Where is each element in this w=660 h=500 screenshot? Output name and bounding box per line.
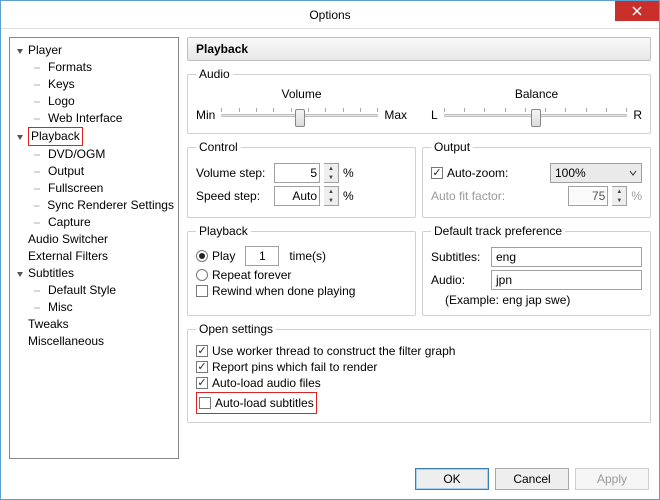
open-settings-group: Open settings Use worker thread to const… xyxy=(187,322,651,423)
audio-label: Audio: xyxy=(431,273,487,287)
output-group: Output Auto-zoom: 100% Auto fit factor: xyxy=(422,140,651,218)
tree-miscellaneous[interactable]: Miscellaneous xyxy=(14,333,178,350)
worker-thread-checkbox[interactable]: Use worker thread to construct the filte… xyxy=(196,344,642,358)
tree-keys[interactable]: ⎯Keys xyxy=(14,76,178,93)
titlebar: Options xyxy=(1,1,659,29)
audio-input[interactable]: jpn xyxy=(491,270,642,290)
tree-dvd-ogm[interactable]: ⎯DVD/OGM xyxy=(14,146,178,163)
audio-group: Audio Volume Min Max xyxy=(187,67,651,134)
play-radio[interactable]: Play time(s) xyxy=(196,246,407,266)
tree-sync-renderer[interactable]: ⎯Sync Renderer Settings xyxy=(14,197,178,214)
collapse-icon[interactable] xyxy=(14,133,26,141)
tree-subtitles[interactable]: Subtitles xyxy=(14,265,178,282)
window-title: Options xyxy=(309,8,350,22)
volume-step-label: Volume step: xyxy=(196,166,270,180)
autoload-subtitles-checkbox[interactable]: Auto-load subtitles xyxy=(199,396,314,410)
tree-logo[interactable]: ⎯Logo xyxy=(14,93,178,110)
rewind-checkbox[interactable]: Rewind when done playing xyxy=(196,284,407,298)
tree-web-interface[interactable]: ⎯Web Interface xyxy=(14,110,178,127)
settings-panel: Playback Audio Volume Min xyxy=(187,37,651,459)
ok-button[interactable]: OK xyxy=(415,468,489,490)
subtitles-label: Subtitles: xyxy=(431,250,487,264)
close-button[interactable] xyxy=(615,1,659,21)
tree-external-filters[interactable]: External Filters xyxy=(14,248,178,265)
track-pref-group: Default track preference Subtitles: eng … xyxy=(422,224,651,316)
tree-default-style[interactable]: ⎯Default Style xyxy=(14,282,178,299)
play-count-input[interactable] xyxy=(245,246,279,266)
chevron-down-icon xyxy=(629,169,637,177)
auto-zoom-select[interactable]: 100% xyxy=(550,163,642,183)
auto-fit-input xyxy=(568,186,608,206)
control-group: Control Volume step: ▲▼ % Speed step: ▲▼… xyxy=(187,140,416,218)
collapse-icon[interactable] xyxy=(14,47,26,55)
tree-playback[interactable]: Playback xyxy=(14,127,178,146)
auto-zoom-checkbox[interactable]: Auto-zoom: xyxy=(431,166,508,180)
panel-title: Playback xyxy=(187,37,651,61)
speed-step-spinner[interactable]: ▲▼ xyxy=(324,186,339,206)
apply-button: Apply xyxy=(575,468,649,490)
cancel-button[interactable]: Cancel xyxy=(495,468,569,490)
close-icon xyxy=(632,6,642,16)
report-pins-checkbox[interactable]: Report pins which fail to render xyxy=(196,360,642,374)
dialog-footer: OK Cancel Apply xyxy=(1,459,659,499)
tree-capture[interactable]: ⎯Capture xyxy=(14,214,178,231)
track-example: (Example: eng jap swe) xyxy=(431,293,642,307)
tree-formats[interactable]: ⎯Formats xyxy=(14,59,178,76)
balance-label: Balance xyxy=(515,87,558,101)
tree-misc[interactable]: ⎯Misc xyxy=(14,299,178,316)
volume-label: Volume xyxy=(281,87,321,101)
playback-group: Playback Play time(s) Repeat forever Rew… xyxy=(187,224,416,316)
collapse-icon[interactable] xyxy=(14,270,26,278)
tree-player[interactable]: Player xyxy=(14,42,178,59)
category-tree[interactable]: Player ⎯Formats ⎯Keys ⎯Logo ⎯Web Interfa… xyxy=(9,37,179,459)
speed-step-label: Speed step: xyxy=(196,189,270,203)
volume-slider[interactable] xyxy=(221,105,378,125)
options-window: Options Player ⎯Formats ⎯Keys ⎯Logo ⎯Web… xyxy=(0,0,660,500)
autoload-audio-checkbox[interactable]: Auto-load audio files xyxy=(196,376,642,390)
tree-audio-switcher[interactable]: Audio Switcher xyxy=(14,231,178,248)
tree-output[interactable]: ⎯Output xyxy=(14,163,178,180)
speed-step-input[interactable] xyxy=(274,186,320,206)
repeat-forever-radio[interactable]: Repeat forever xyxy=(196,268,407,282)
auto-fit-label: Auto fit factor: xyxy=(431,189,505,203)
volume-step-input[interactable] xyxy=(274,163,320,183)
auto-fit-spinner: ▲▼ xyxy=(612,186,627,206)
balance-slider[interactable] xyxy=(444,105,628,125)
tree-tweaks[interactable]: Tweaks xyxy=(14,316,178,333)
subtitles-input[interactable]: eng xyxy=(491,247,642,267)
tree-fullscreen[interactable]: ⎯Fullscreen xyxy=(14,180,178,197)
volume-step-spinner[interactable]: ▲▼ xyxy=(324,163,339,183)
